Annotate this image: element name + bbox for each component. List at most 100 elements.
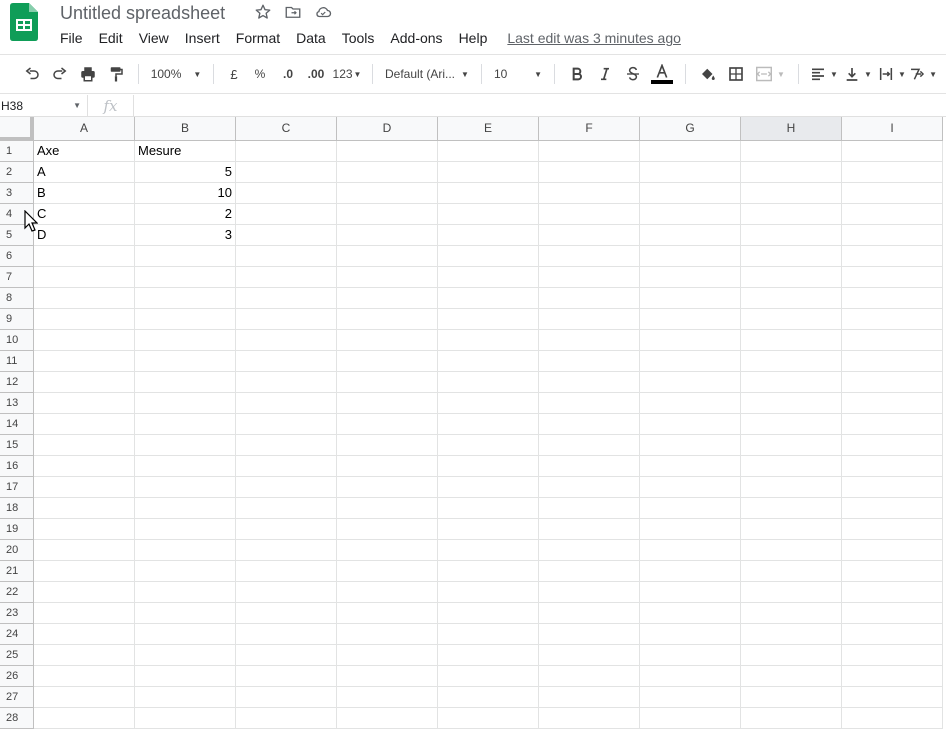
row-header-18[interactable]: 18	[0, 498, 34, 519]
cell-i3[interactable]	[842, 183, 943, 204]
cell-b28[interactable]	[135, 708, 236, 729]
cell-a3[interactable]: B	[34, 183, 135, 204]
move-to-folder-icon[interactable]	[282, 2, 304, 22]
row-header-7[interactable]: 7	[0, 267, 34, 288]
cell-f16[interactable]	[539, 456, 640, 477]
cell-g4[interactable]	[640, 204, 741, 225]
column-header-b[interactable]: B	[135, 117, 236, 141]
cell-i5[interactable]	[842, 225, 943, 246]
cell-g19[interactable]	[640, 519, 741, 540]
row-header-22[interactable]: 22	[0, 582, 34, 603]
cell-h25[interactable]	[741, 645, 842, 666]
row-header-21[interactable]: 21	[0, 561, 34, 582]
cell-e10[interactable]	[438, 330, 539, 351]
column-header-a[interactable]: A	[34, 117, 135, 141]
cell-c26[interactable]	[236, 666, 337, 687]
cell-b9[interactable]	[135, 309, 236, 330]
cell-h18[interactable]	[741, 498, 842, 519]
cell-g5[interactable]	[640, 225, 741, 246]
row-header-10[interactable]: 10	[0, 330, 34, 351]
row-header-11[interactable]: 11	[0, 351, 34, 372]
cell-i14[interactable]	[842, 414, 943, 435]
italic-icon[interactable]	[591, 60, 619, 88]
row-header-15[interactable]: 15	[0, 435, 34, 456]
select-all-corner[interactable]	[0, 117, 34, 141]
cell-a9[interactable]	[34, 309, 135, 330]
cell-g27[interactable]	[640, 687, 741, 708]
cell-b6[interactable]	[135, 246, 236, 267]
cell-h4[interactable]	[741, 204, 842, 225]
cell-e6[interactable]	[438, 246, 539, 267]
cell-c13[interactable]	[236, 393, 337, 414]
row-header-27[interactable]: 27	[0, 687, 34, 708]
bold-icon[interactable]	[563, 60, 591, 88]
cell-b8[interactable]	[135, 288, 236, 309]
row-header-19[interactable]: 19	[0, 519, 34, 540]
cell-i15[interactable]	[842, 435, 943, 456]
name-box[interactable]: H38 ▼	[0, 94, 88, 117]
cell-b26[interactable]	[135, 666, 236, 687]
cell-f6[interactable]	[539, 246, 640, 267]
cell-f22[interactable]	[539, 582, 640, 603]
cell-g17[interactable]	[640, 477, 741, 498]
cell-a24[interactable]	[34, 624, 135, 645]
cell-h17[interactable]	[741, 477, 842, 498]
cell-f4[interactable]	[539, 204, 640, 225]
menu-data[interactable]: Data	[288, 28, 334, 48]
cell-d24[interactable]	[337, 624, 438, 645]
menu-view[interactable]: View	[131, 28, 177, 48]
cell-g26[interactable]	[640, 666, 741, 687]
cell-e14[interactable]	[438, 414, 539, 435]
cell-b15[interactable]	[135, 435, 236, 456]
row-header-5[interactable]: 5	[0, 225, 34, 246]
cell-h22[interactable]	[741, 582, 842, 603]
cell-i13[interactable]	[842, 393, 943, 414]
cell-e8[interactable]	[438, 288, 539, 309]
row-header-25[interactable]: 25	[0, 645, 34, 666]
cell-c20[interactable]	[236, 540, 337, 561]
cell-c27[interactable]	[236, 687, 337, 708]
cell-c4[interactable]	[236, 204, 337, 225]
cell-g3[interactable]	[640, 183, 741, 204]
row-header-2[interactable]: 2	[0, 162, 34, 183]
row-header-26[interactable]: 26	[0, 666, 34, 687]
menu-help[interactable]: Help	[451, 28, 496, 48]
cell-a2[interactable]: A	[34, 162, 135, 183]
cell-a11[interactable]	[34, 351, 135, 372]
cell-f24[interactable]	[539, 624, 640, 645]
cell-i1[interactable]	[842, 141, 943, 162]
cell-c23[interactable]	[236, 603, 337, 624]
menu-file[interactable]: File	[52, 28, 91, 48]
cell-c2[interactable]	[236, 162, 337, 183]
cell-h2[interactable]	[741, 162, 842, 183]
cell-f9[interactable]	[539, 309, 640, 330]
row-header-12[interactable]: 12	[0, 372, 34, 393]
cell-a22[interactable]	[34, 582, 135, 603]
cell-e25[interactable]	[438, 645, 539, 666]
cell-f21[interactable]	[539, 561, 640, 582]
cell-c25[interactable]	[236, 645, 337, 666]
cell-i26[interactable]	[842, 666, 943, 687]
cell-f10[interactable]	[539, 330, 640, 351]
cell-b5[interactable]: 3	[135, 225, 236, 246]
cell-f12[interactable]	[539, 372, 640, 393]
cell-h6[interactable]	[741, 246, 842, 267]
star-icon[interactable]	[252, 2, 274, 22]
cell-c12[interactable]	[236, 372, 337, 393]
cell-a16[interactable]	[34, 456, 135, 477]
cell-b27[interactable]	[135, 687, 236, 708]
cell-h12[interactable]	[741, 372, 842, 393]
cell-d21[interactable]	[337, 561, 438, 582]
sheets-logo-icon[interactable]	[10, 3, 38, 41]
cell-e26[interactable]	[438, 666, 539, 687]
cell-a15[interactable]	[34, 435, 135, 456]
font-size-select[interactable]: 10 ▼	[490, 60, 546, 88]
cell-b23[interactable]	[135, 603, 236, 624]
cell-i11[interactable]	[842, 351, 943, 372]
row-header-8[interactable]: 8	[0, 288, 34, 309]
cell-i18[interactable]	[842, 498, 943, 519]
cell-c21[interactable]	[236, 561, 337, 582]
cell-b20[interactable]	[135, 540, 236, 561]
cell-c28[interactable]	[236, 708, 337, 729]
menu-insert[interactable]: Insert	[177, 28, 228, 48]
